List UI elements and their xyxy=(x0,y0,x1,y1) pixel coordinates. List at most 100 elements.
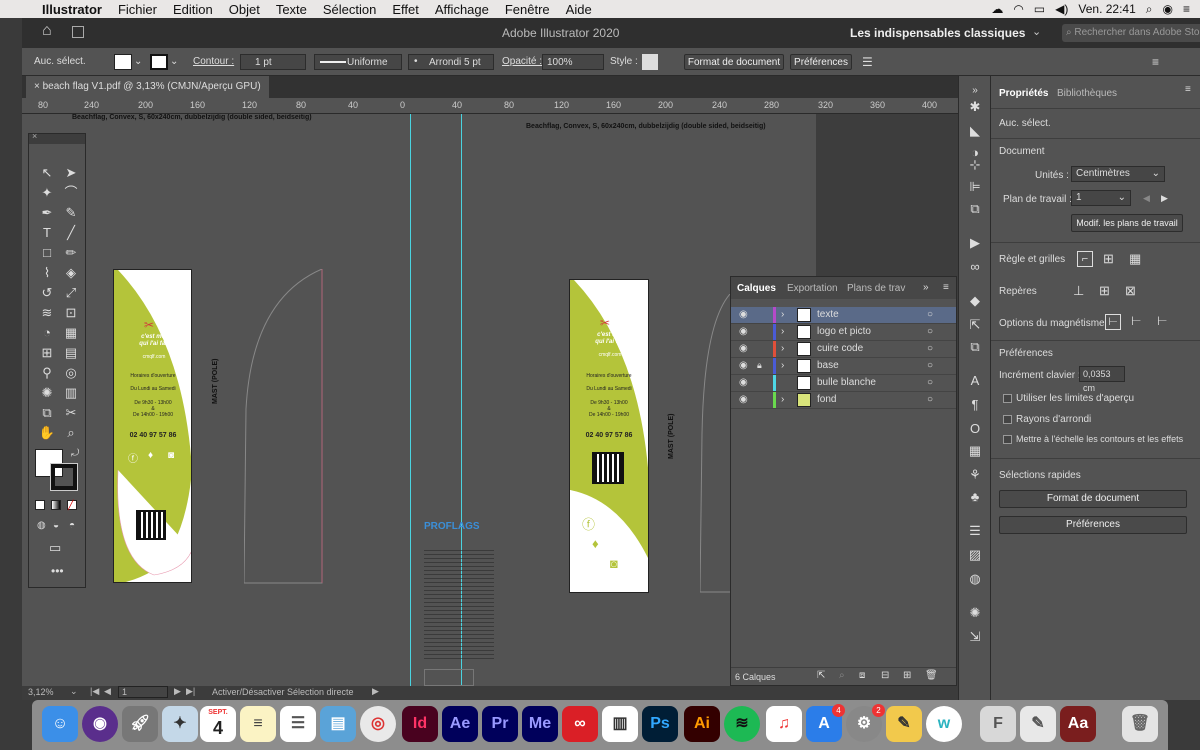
layer-row[interactable]: ◉ › texte ○ xyxy=(731,307,956,324)
notes-icon[interactable]: ≡ xyxy=(240,706,276,742)
visibility-eye-icon[interactable]: ◉ xyxy=(739,309,748,320)
gradient-panel-icon[interactable]: ▨ xyxy=(966,546,984,564)
dictionary-icon[interactable]: Aa xyxy=(1060,706,1096,742)
new-layer-icon[interactable]: ⊞ xyxy=(903,670,911,681)
align-panel-icon[interactable]: ⊫ xyxy=(966,178,984,196)
paragraph-icon[interactable]: ¶ xyxy=(966,396,984,414)
layer-name[interactable]: fond xyxy=(817,394,836,405)
calendar-icon[interactable]: SEPT. 4 xyxy=(200,706,236,742)
creative-cloud-icon[interactable]: ☁ xyxy=(991,2,1003,16)
lock-icon[interactable]: 🔒︎ xyxy=(757,360,762,371)
color-mode-icon[interactable] xyxy=(35,500,45,510)
character-icon[interactable]: A xyxy=(966,372,984,390)
shape-builder-tool-icon[interactable]: ◔ xyxy=(37,324,57,342)
scale-tool-icon[interactable]: ⤢ xyxy=(61,284,81,302)
menu-aide[interactable]: Aide xyxy=(558,2,600,17)
visibility-eye-icon[interactable]: ◉ xyxy=(739,343,748,354)
graph-tool-icon[interactable]: ▥ xyxy=(61,384,81,402)
layers-icon[interactable]: ◆ xyxy=(966,292,984,310)
expand-chevron-icon[interactable]: › xyxy=(781,326,784,337)
chevron-down-icon[interactable]: ⌄ xyxy=(134,54,142,70)
music-icon[interactable]: ♫ xyxy=(766,706,802,742)
screen-mode-icon[interactable]: ▭ xyxy=(49,540,61,556)
eraser-tool-icon[interactable]: ◈ xyxy=(61,264,81,282)
artboard-tool-icon[interactable]: ⧉ xyxy=(37,404,57,422)
slice-tool-icon[interactable]: ✂ xyxy=(61,404,81,422)
menu-app[interactable]: Illustrator xyxy=(34,2,110,17)
smart-guides-icon[interactable]: ⊠ xyxy=(1125,283,1136,299)
visibility-eye-icon[interactable]: ◉ xyxy=(739,394,748,405)
expand-chevron-icon[interactable]: › xyxy=(781,343,784,354)
direct-selection-tool-icon[interactable]: ➤ xyxy=(61,164,81,182)
visibility-eye-icon[interactable]: ◉ xyxy=(739,326,748,337)
photos-icon[interactable]: ▤ xyxy=(320,706,356,742)
mesh-tool-icon[interactable]: ⊞ xyxy=(37,344,57,362)
snap-to-grid-icon[interactable]: ⊢ xyxy=(1131,314,1141,328)
tab-export[interactable]: Exportation xyxy=(787,283,838,294)
transparency-grid-icon[interactable]: ▦ xyxy=(1129,251,1141,267)
brushes-icon[interactable]: ⚘ xyxy=(966,466,984,484)
panel-menu-icon[interactable]: ≡ xyxy=(943,282,949,293)
artboard-select[interactable]: 1 ⌄ xyxy=(1071,190,1131,206)
style-swatch[interactable] xyxy=(642,54,658,70)
indesign-icon[interactable]: Id xyxy=(402,706,438,742)
spotify-icon[interactable]: ≋ xyxy=(724,706,760,742)
tab-artboards[interactable]: Plans de trav xyxy=(847,283,907,294)
swap-colors-icon[interactable]: ⤾ xyxy=(71,448,79,459)
brush-select[interactable]: Arrondi 5 pt xyxy=(408,54,494,70)
units-select[interactable]: Centimètres ⌄ xyxy=(1071,166,1165,182)
visibility-eye-icon[interactable]: ◉ xyxy=(739,360,748,371)
chrome-icon[interactable]: ◎ xyxy=(360,706,396,742)
collapse-panel-icon[interactable]: » xyxy=(923,282,929,293)
siri-icon[interactable]: ◉ xyxy=(82,706,118,742)
perspective-grid-tool-icon[interactable]: ▦ xyxy=(61,324,81,342)
transparency-icon[interactable]: ◍ xyxy=(966,570,984,588)
status-message[interactable]: Activer/Désactiver Sélection directe xyxy=(212,687,354,697)
layer-name[interactable]: cuire code xyxy=(817,343,863,354)
preferences-button[interactable]: Préférences xyxy=(790,54,852,70)
free-transform-tool-icon[interactable]: ⊡ xyxy=(61,304,81,322)
preview-bounds-checkbox[interactable]: Utiliser les limites d'aperçu xyxy=(1003,393,1134,404)
first-artboard-icon[interactable]: |◀ xyxy=(90,686,99,697)
menu-effet[interactable]: Effet xyxy=(384,2,427,17)
menu-affichage[interactable]: Affichage xyxy=(427,2,497,17)
user-icon[interactable]: ◉ xyxy=(1163,2,1173,16)
wifi-icon[interactable]: ◠ xyxy=(1013,2,1023,16)
panel-menu-icon[interactable]: ≡ xyxy=(1152,54,1159,70)
edit-artboards-button[interactable]: Modif. les plans de travail xyxy=(1071,214,1183,232)
opentype-icon[interactable]: O xyxy=(966,420,984,438)
draw-inside-icon[interactable]: ◓ xyxy=(69,520,75,531)
status-menu-icon[interactable]: ▶ xyxy=(372,686,379,697)
align-icon[interactable]: ☰ xyxy=(862,54,873,70)
layer-name[interactable]: texte xyxy=(817,309,839,320)
symbols-icon[interactable]: ♣ xyxy=(966,488,984,506)
horizontal-ruler[interactable]: 80 240 200 160 120 80 40 0 40 80 120 160… xyxy=(22,98,958,114)
layer-target-icon[interactable]: ○ xyxy=(927,326,933,337)
document-setup-button[interactable]: Format de document xyxy=(684,54,784,70)
brush-tool-icon[interactable]: ⌇ xyxy=(37,264,57,282)
stroke-weight-input[interactable]: 1 pt xyxy=(240,54,306,70)
links-icon[interactable]: ∞ xyxy=(966,258,984,276)
layer-name[interactable]: base xyxy=(817,360,839,371)
arrange-documents-icon[interactable] xyxy=(72,26,84,38)
creative-cloud-app-icon[interactable]: ∞ xyxy=(562,706,598,742)
preview-app-icon[interactable]: ✎ xyxy=(1020,706,1056,742)
menu-fenetre[interactable]: Fenêtre xyxy=(497,2,558,17)
delete-layer-icon[interactable]: 🗑︎ xyxy=(925,670,938,681)
photoshop-icon[interactable]: Ps xyxy=(642,706,678,742)
after-effects-icon[interactable]: Ae xyxy=(442,706,478,742)
eyedropper-tool-icon[interactable]: ⚲ xyxy=(37,364,57,382)
tab-layers[interactable]: Calques xyxy=(737,283,776,294)
curvature-tool-icon[interactable]: ✎ xyxy=(61,204,81,222)
fill-swatch[interactable] xyxy=(114,54,132,70)
color-panel-icon[interactable]: ✺ xyxy=(966,604,984,622)
layer-target-icon[interactable]: ○ xyxy=(927,377,933,388)
rectangle-tool-icon[interactable]: □ xyxy=(37,244,57,262)
more-tools-icon[interactable]: ••• xyxy=(51,564,64,578)
document-tab[interactable]: × beach flag V1.pdf @ 3,13% (CMJN/Aperçu… xyxy=(26,76,269,98)
prev-artboard-icon[interactable]: ◀ xyxy=(1143,193,1150,204)
tab-properties[interactable]: Propriétés xyxy=(999,88,1048,99)
tools-panel-header[interactable]: × xyxy=(29,131,85,144)
flag-artwork-left[interactable]: ✂ c'est moi qui l'ai fait cmqlf.com Hora… xyxy=(113,269,192,583)
next-artboard-icon[interactable]: ▶ xyxy=(174,686,181,697)
